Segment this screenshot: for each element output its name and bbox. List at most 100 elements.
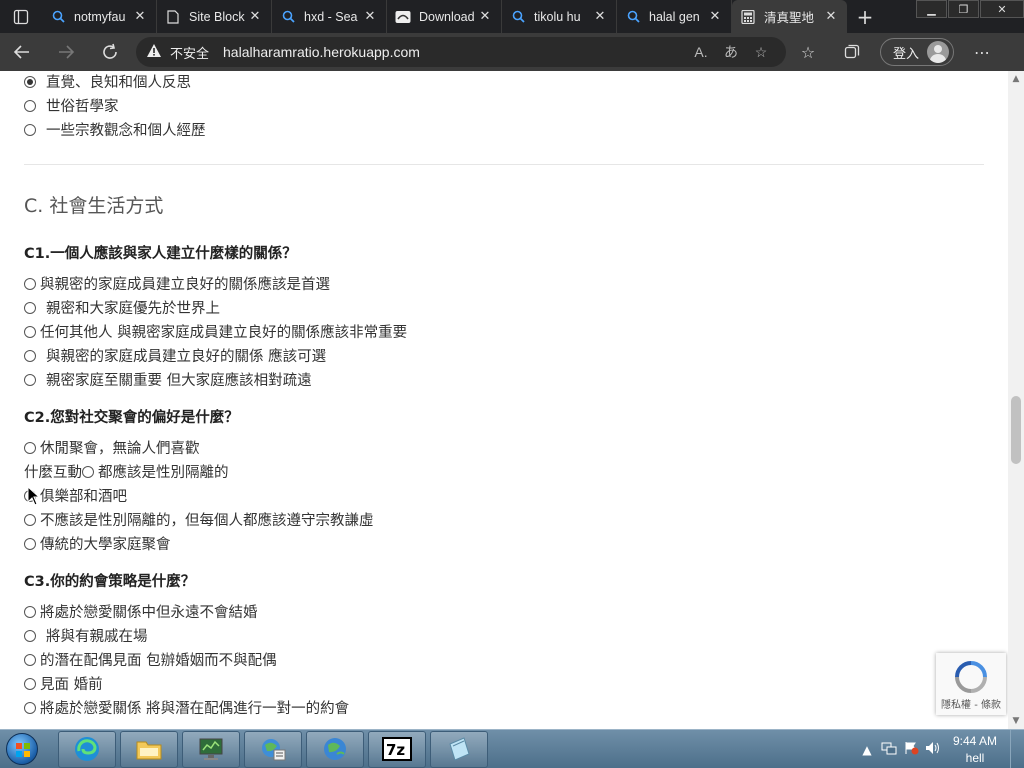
radio-button[interactable] [24, 605, 36, 618]
tab-label: 清真聖地 [764, 11, 815, 25]
radio-option[interactable]: 傳統的大學家庭聚會 [24, 533, 171, 554]
scroll-up-icon[interactable]: ▲ [1008, 71, 1024, 87]
start-button[interactable] [0, 730, 44, 768]
option-label: 任何其他人 與親密家庭成員建立良好的關係應該非常重要 [40, 325, 408, 341]
tab-download[interactable]: Download ✕ [387, 0, 502, 33]
option-label: 將處於戀愛關係 將與潛在配偶進行一對一的約會 [40, 701, 350, 717]
radio-button[interactable] [24, 629, 36, 642]
radio-option[interactable]: 任何其他人 與親密家庭成員建立良好的關係應該非常重要 [24, 321, 407, 342]
radio-option[interactable]: 與親密的家庭成員建立良好的關係應該是首選 [24, 273, 330, 294]
close-icon[interactable]: ✕ [477, 9, 493, 24]
taskbar: 7z ▲ 9:44 AM hell [0, 729, 1024, 768]
radio-button[interactable] [82, 465, 94, 478]
notepad-icon[interactable] [430, 730, 488, 768]
computer-monitor-icon[interactable] [182, 730, 240, 768]
scrollbar-thumb[interactable] [1011, 396, 1021, 464]
radio-option[interactable]: 直覺、良知和個人反思 [24, 71, 191, 92]
option-label: 將與有親戚在場 [46, 629, 148, 645]
read-aloud-icon[interactable]: A. [686, 44, 716, 60]
collections-icon[interactable] [830, 33, 874, 71]
radio-button[interactable] [24, 301, 36, 314]
radio-button-checked[interactable] [24, 75, 36, 88]
globe-icon[interactable] [306, 730, 364, 768]
radio-option[interactable]: 一些宗教觀念和個人經歷 [24, 119, 206, 140]
recaptcha-links[interactable]: 隱私權 - 條款 [941, 696, 1001, 711]
new-tab-icon[interactable]: + [847, 0, 883, 33]
radio-button[interactable] [24, 653, 36, 666]
sign-in-button[interactable]: 登入 [880, 38, 955, 66]
radio-option[interactable]: 的潛在配偶見面 包辦婚姻而不與配偶 [24, 649, 277, 670]
url-text[interactable]: halalharamratio.herokuapp.com [223, 44, 686, 60]
tab-halal-gen[interactable]: halal gen ✕ [617, 0, 732, 33]
radio-option-wrapped[interactable]: 什麼互動 都應該是性別隔離的 [24, 461, 229, 482]
recaptcha-badge[interactable]: 隱私權 - 條款 [936, 653, 1006, 715]
close-icon[interactable]: ✕ [247, 9, 263, 24]
page-icon [165, 9, 181, 25]
close-icon[interactable]: ✕ [592, 9, 608, 24]
page-content: 直覺、良知和個人反思 世俗哲學家 一些宗教觀念和個人經歷 C. 社會生活方式 C… [0, 71, 1008, 729]
option-label: 都應該是性別隔離的 [98, 465, 229, 481]
radio-button[interactable] [24, 441, 36, 454]
radio-button[interactable] [24, 537, 36, 550]
radio-button[interactable] [24, 701, 36, 714]
network-globe-icon[interactable] [244, 730, 302, 768]
radio-button[interactable] [24, 513, 36, 526]
translate-icon[interactable]: あ [716, 42, 746, 62]
radio-button[interactable] [24, 677, 36, 690]
close-icon[interactable]: ✕ [362, 9, 378, 24]
add-favorite-icon[interactable]: ☆ [746, 44, 776, 61]
minimize-icon[interactable]: ▁ [916, 0, 947, 18]
scroll-down-icon[interactable]: ▼ [1008, 713, 1024, 729]
forward-arrow-icon[interactable] [44, 33, 88, 71]
tab-site-block[interactable]: Site Block ✕ [157, 0, 272, 33]
clock[interactable]: 9:44 AM hell [944, 733, 1006, 767]
favorites-icon[interactable]: ☆ [786, 33, 830, 71]
show-hidden-icons-icon[interactable]: ▲ [856, 743, 878, 757]
sign-in-label: 登入 [893, 46, 920, 62]
warning-icon[interactable] [146, 43, 162, 61]
show-desktop-button[interactable] [1010, 730, 1024, 768]
address-bar[interactable]: 不安全 halalharamratio.herokuapp.com A. あ ☆ [136, 37, 786, 67]
option-label: 與親密的家庭成員建立良好的關係 應該可選 [46, 349, 327, 365]
tab-halal-haram[interactable]: 清真聖地 ✕ [732, 0, 847, 33]
system-tray: ▲ 9:44 AM hell [856, 730, 1024, 768]
radio-option[interactable]: 見面 婚前 [24, 673, 103, 694]
restore-icon[interactable]: ❐ [948, 0, 979, 18]
radio-option[interactable]: 世俗哲學家 [24, 95, 119, 116]
radio-button[interactable] [24, 99, 36, 112]
more-menu-icon[interactable]: ⋯ [960, 33, 1004, 71]
close-icon[interactable]: ✕ [132, 9, 148, 24]
tab-actions-icon[interactable] [0, 0, 42, 33]
volume-icon[interactable] [922, 741, 944, 758]
tab-notmyfault[interactable]: notmyfau ✕ [42, 0, 157, 33]
radio-option[interactable]: 與親密的家庭成員建立良好的關係 應該可選 [24, 345, 326, 366]
radio-button[interactable] [24, 373, 36, 386]
radio-option[interactable]: 不應該是性別隔離的，但每個人都應該遵守宗教謙虛 [24, 509, 374, 530]
vertical-scrollbar[interactable]: ▲ ▼ [1008, 71, 1024, 729]
radio-option[interactable]: 休閒聚會，無論人們喜歡 [24, 437, 200, 458]
radio-button[interactable] [24, 277, 36, 290]
file-explorer-icon[interactable] [120, 730, 178, 768]
radio-option[interactable]: 將與有親戚在場 [24, 625, 148, 646]
tab-hxd-search[interactable]: hxd - Sea ✕ [272, 0, 387, 33]
radio-option[interactable]: 將處於戀愛關係中但永遠不會結婚 [24, 601, 258, 622]
7zip-icon[interactable]: 7z [368, 730, 426, 768]
refresh-icon[interactable] [88, 33, 132, 71]
radio-option[interactable]: 親密家庭至關重要 但大家庭應該相對疏遠 [24, 369, 312, 390]
question-title: C3.你的約會策略是什麼？ [24, 574, 196, 590]
window-close-icon[interactable]: ✕ [980, 0, 1024, 18]
radio-option[interactable]: 將處於戀愛關係 將與潛在配偶進行一對一的約會 [24, 697, 349, 718]
radio-option[interactable]: 親密和大家庭優先於世界上 [24, 297, 220, 318]
close-icon[interactable]: ✕ [707, 9, 723, 24]
action-center-flag-icon[interactable] [900, 741, 922, 758]
edge-icon[interactable] [58, 730, 116, 768]
radio-button[interactable] [24, 325, 36, 338]
mouse-cursor-icon [27, 486, 41, 506]
back-arrow-icon[interactable] [0, 33, 44, 71]
security-label[interactable]: 不安全 [170, 43, 209, 62]
tab-tikolu[interactable]: tikolu hu ✕ [502, 0, 617, 33]
network-icon[interactable] [878, 741, 900, 758]
close-icon[interactable]: ✕ [823, 9, 839, 24]
radio-button[interactable] [24, 349, 36, 362]
radio-button[interactable] [24, 123, 36, 136]
